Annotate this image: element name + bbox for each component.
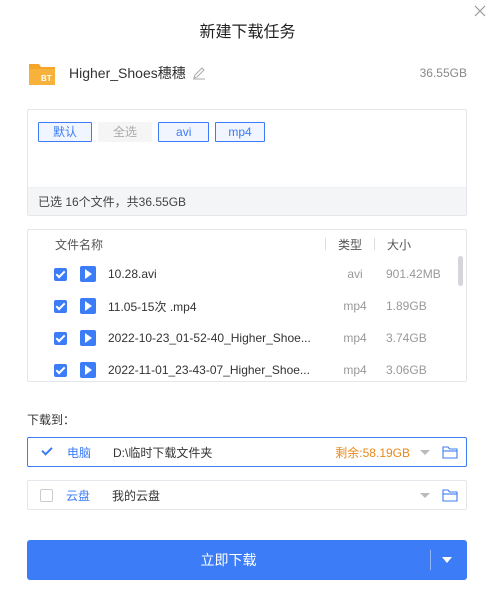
selection-summary: 已选 16个文件，共36.55GB — [28, 187, 466, 215]
chevron-down-icon[interactable] — [420, 492, 430, 498]
check-icon[interactable] — [40, 445, 54, 459]
file-type: mp4 — [343, 363, 367, 377]
video-file-icon — [80, 362, 96, 378]
header-name[interactable]: 文件名称 — [55, 236, 325, 253]
destination-local-name: 电脑 — [67, 445, 92, 460]
dialog-title: 新建下载任务 — [199, 24, 296, 41]
filter-chip-default[interactable]: 默认 — [38, 122, 93, 142]
destination-cloud-name: 云盘 — [66, 488, 91, 503]
file-checkbox[interactable] — [54, 299, 67, 313]
free-space-text: 剩余:58.19GB — [335, 445, 410, 460]
video-file-icon — [80, 266, 96, 282]
file-name: 2022-11-01_23-43-07_Higher_Shoe... — [108, 363, 310, 377]
file-row[interactable]: 2022-10-23_01-52-40_Higher_Shoe... mp4 3… — [28, 322, 466, 354]
file-type: mp4 — [343, 299, 367, 313]
filter-panel: 默认 全选 avi mp4 已选 16个文件，共36.55GB — [27, 109, 467, 216]
filter-chip-select-all[interactable]: 全选 — [98, 122, 153, 142]
file-list-scrollbar[interactable] — [458, 256, 463, 286]
file-name: 10.28.avi — [108, 267, 157, 281]
file-size: 3.06GB — [386, 363, 427, 377]
header-type[interactable]: 类型 — [326, 236, 374, 253]
file-name: 2022-10-23_01-52-40_Higher_Shoe... — [108, 331, 311, 345]
close-icon[interactable] — [473, 4, 487, 18]
file-type: mp4 — [343, 331, 367, 345]
file-checkbox[interactable] — [54, 363, 67, 377]
file-row[interactable]: 10.28.avi avi 901.42MB — [28, 258, 466, 290]
video-file-icon — [80, 298, 96, 314]
file-size: 901.42MB — [386, 267, 441, 281]
file-checkbox[interactable] — [54, 331, 67, 345]
filter-chip-mp4[interactable]: mp4 — [215, 122, 265, 142]
chevron-down-icon[interactable] — [420, 449, 430, 455]
download-now-button[interactable]: 立即下载 — [27, 540, 467, 580]
button-divider — [430, 550, 431, 570]
svg-text:BT: BT — [41, 74, 52, 83]
download-to-label: 下载到： — [27, 413, 76, 427]
task-size: 36.55GB — [419, 66, 467, 80]
file-size: 3.74GB — [386, 331, 427, 345]
destination-local[interactable]: 电脑 D:\临时下载文件夹 剩余:58.19GB — [27, 437, 467, 467]
file-row[interactable]: 2022-11-01_23-43-07_Higher_Shoe... mp4 3… — [28, 354, 466, 381]
bt-folder-icon: BT — [27, 58, 57, 88]
destination-cloud-checkbox[interactable] — [40, 488, 53, 502]
file-list: 文件名称 类型 大小 10.28.avi avi 901.42MB 11.05-… — [27, 229, 467, 382]
filter-chip-avi[interactable]: avi — [158, 122, 210, 142]
download-now-label: 立即下载 — [200, 552, 257, 568]
destination-local-path: D:\临时下载文件夹 — [113, 445, 213, 460]
folder-icon[interactable] — [442, 445, 458, 459]
video-file-icon — [80, 330, 96, 346]
file-row[interactable]: 11.05-15次 .mp4 mp4 1.89GB — [28, 290, 466, 322]
destination-cloud-path: 我的云盘 — [112, 488, 161, 503]
file-checkbox[interactable] — [54, 267, 67, 281]
destination-cloud[interactable]: 云盘 我的云盘 — [27, 480, 467, 510]
file-size: 1.89GB — [386, 299, 427, 313]
file-name: 11.05-15次 .mp4 — [108, 299, 197, 314]
task-name: Higher_Shoes穗穗 — [69, 65, 186, 81]
folder-icon[interactable] — [442, 488, 458, 502]
header-size[interactable]: 大小 — [375, 236, 423, 253]
task-row: BT Higher_Shoes穗穗 36.55GB — [27, 57, 467, 89]
edit-icon[interactable] — [192, 66, 206, 80]
file-list-header: 文件名称 类型 大小 — [28, 230, 466, 258]
dropdown-caret-icon[interactable] — [442, 557, 452, 563]
file-type: avi — [347, 267, 363, 281]
